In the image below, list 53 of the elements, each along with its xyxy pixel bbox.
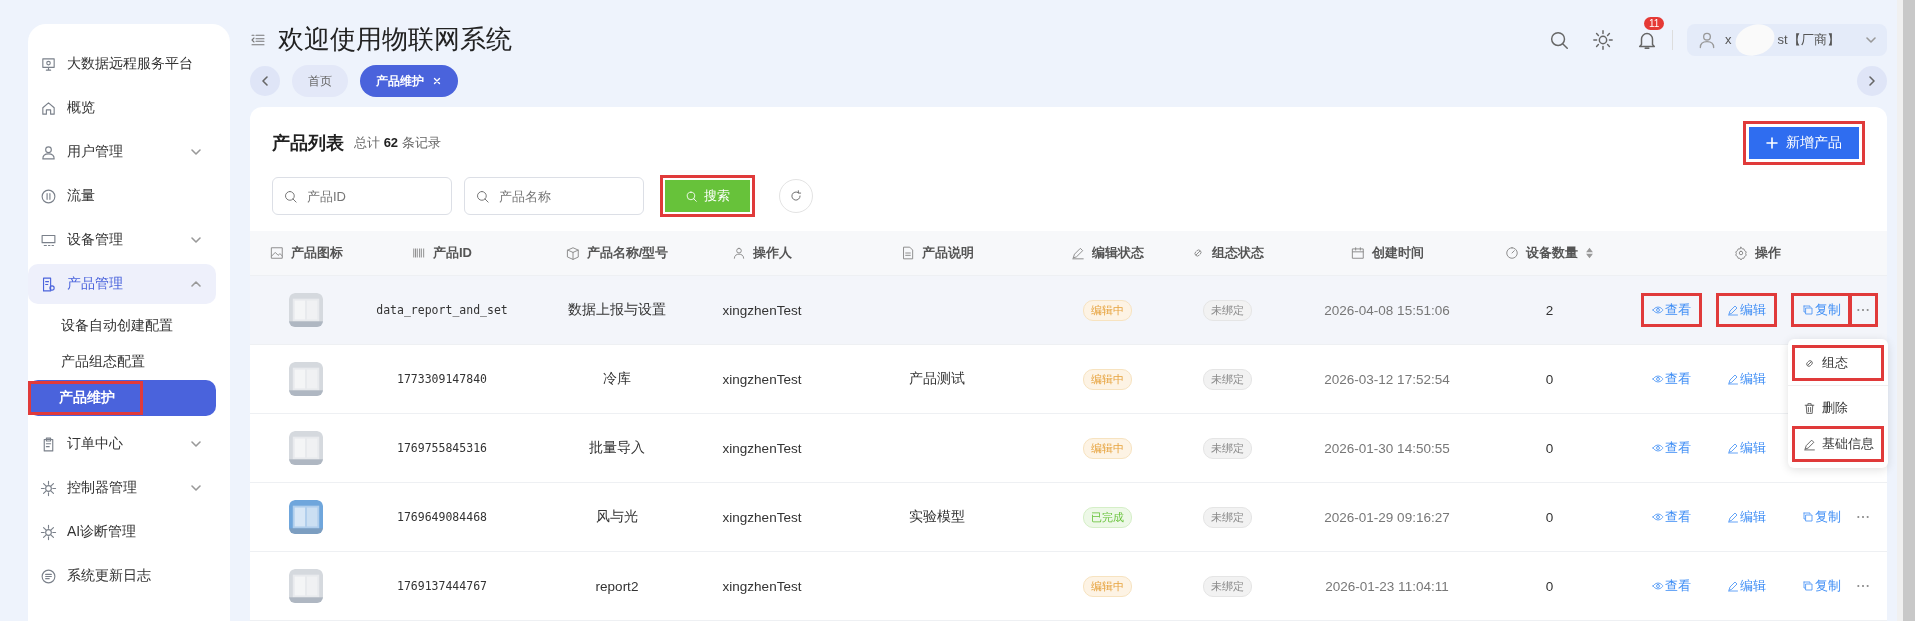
table-cell: 产品测试 — [909, 370, 965, 388]
status-tag: 未绑定 — [1202, 506, 1252, 528]
table-cell: 2026-01-29 09:16:27 — [1324, 509, 1450, 525]
status-tag: 编辑中 — [1082, 299, 1132, 321]
table-cell: 风与光 — [596, 508, 638, 526]
column-header: 产品说明 — [921, 244, 974, 262]
status-tag: 编辑中 — [1082, 368, 1132, 390]
status-tag: 未绑定 — [1202, 437, 1252, 459]
table-cell: 2 — [1545, 302, 1554, 318]
table-cell: 2026-01-30 14:50:55 — [1324, 440, 1450, 456]
table-cell: 实验模型 — [909, 508, 965, 526]
user-name: st【厂商】 — [1777, 30, 1840, 49]
table-cell: 1769755845316 — [397, 441, 487, 455]
table-cell: 2026-01-23 11:04:11 — [1325, 578, 1449, 594]
column-header: 编辑状态 — [1091, 244, 1144, 262]
column-header: 设备数量 — [1526, 244, 1578, 262]
column-header: 产品名称/型号 — [586, 244, 669, 262]
table-cell: xingzhenTest — [722, 440, 802, 456]
page-title: 欢迎使用物联网系统 — [278, 23, 512, 56]
table-cell: 数据上报与设置 — [568, 301, 666, 319]
table-cell: 批量导入 — [589, 439, 645, 457]
table-cell: xingzhenTest — [722, 578, 802, 594]
column-header: 操作 — [1754, 244, 1781, 262]
status-tag: 未绑定 — [1202, 368, 1252, 390]
table-cell: 2026-04-08 15:51:06 — [1324, 302, 1450, 318]
table-cell: xingzhenTest — [722, 371, 802, 387]
table-cell: 冷库 — [603, 370, 631, 388]
table-cell: report2 — [595, 578, 639, 594]
column-header: 操作人 — [753, 244, 792, 262]
table-cell: data_report_and_set — [376, 303, 508, 317]
user-name: x — [1725, 32, 1732, 47]
table-cell: 1773309147840 — [397, 372, 487, 386]
table-cell: xingzhenTest — [722, 509, 802, 525]
status-tag: 未绑定 — [1202, 299, 1252, 321]
notification-badge: 11 — [1644, 16, 1665, 30]
status-tag: 未绑定 — [1202, 575, 1252, 597]
column-header: 创建时间 — [1371, 244, 1424, 262]
table-cell: 2026-03-12 17:52:54 — [1324, 371, 1450, 387]
table-cell: 0 — [1545, 578, 1554, 594]
column-header: 组态状态 — [1211, 244, 1264, 262]
table-cell: xingzhenTest — [722, 302, 802, 318]
table-cell: 1769137444767 — [397, 579, 487, 593]
status-tag: 编辑中 — [1082, 437, 1132, 459]
table-cell: 0 — [1545, 509, 1554, 525]
table-cell: 0 — [1545, 440, 1554, 456]
table-cell: 0 — [1545, 371, 1554, 387]
panel-title: 产品列表 — [272, 132, 344, 155]
column-header: 产品ID — [433, 244, 472, 262]
column-header: 产品图标 — [290, 244, 343, 262]
table-cell: 1769649084468 — [397, 510, 487, 524]
status-tag: 已完成 — [1082, 506, 1132, 528]
record-count: 总计 62 条记录 — [354, 134, 441, 152]
status-tag: 编辑中 — [1082, 575, 1132, 597]
